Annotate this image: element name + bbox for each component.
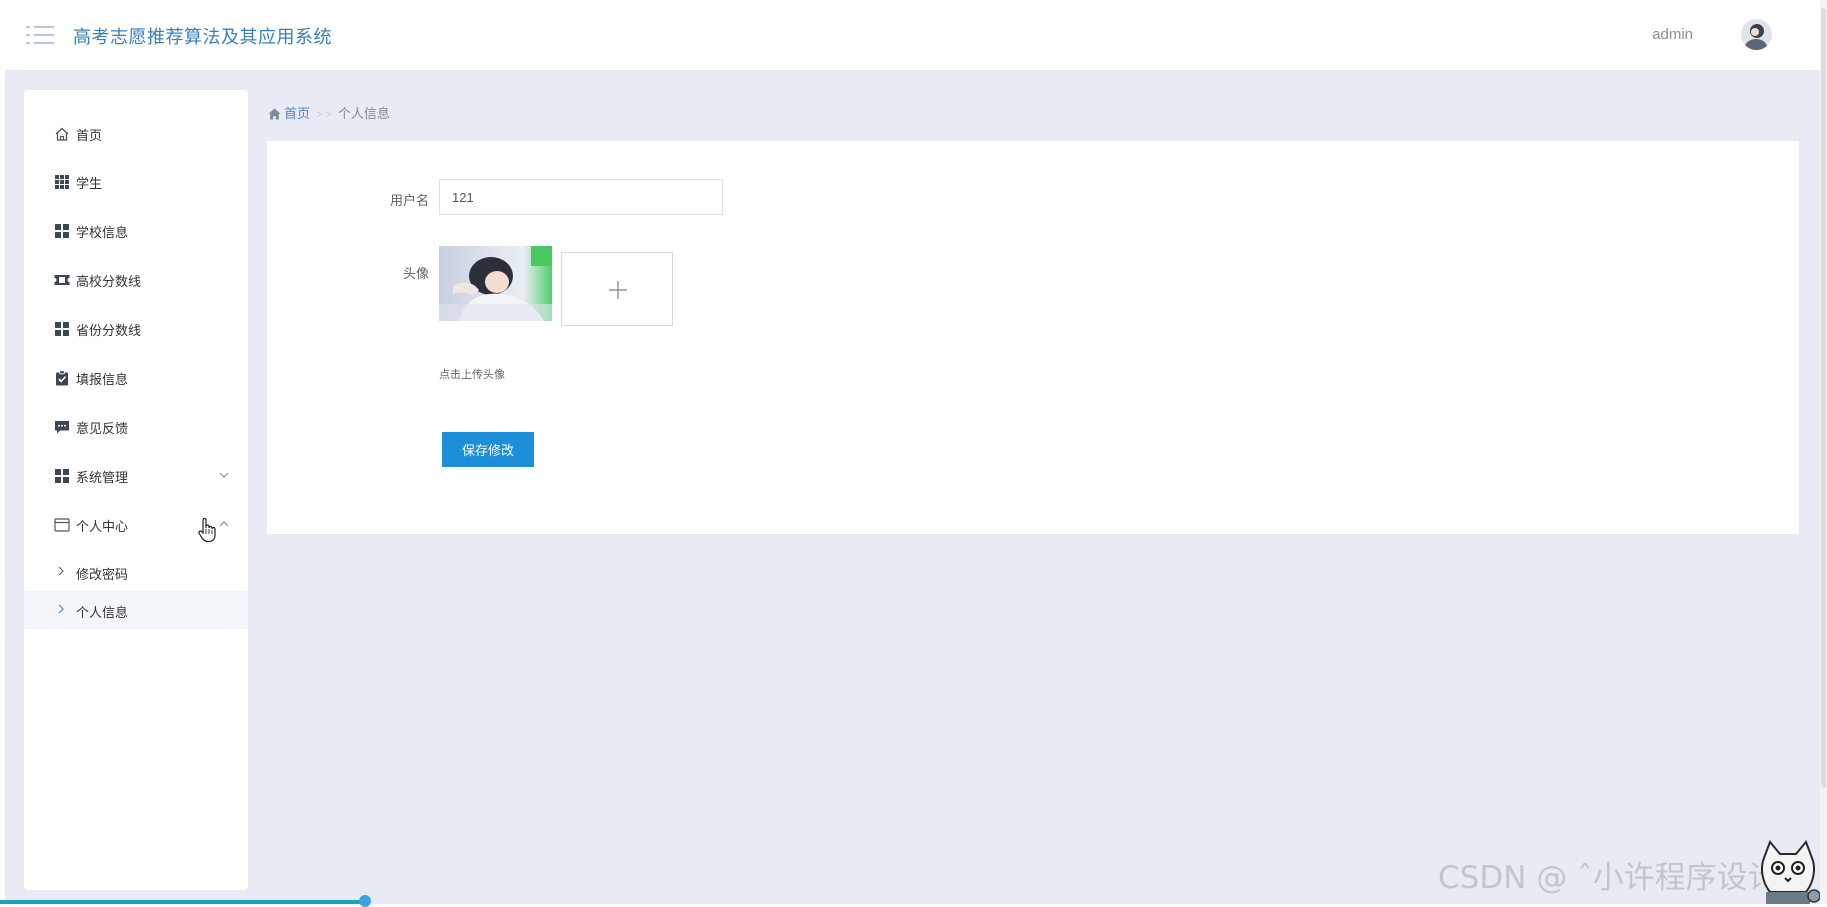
save-button[interactable]: 保存修改 <box>442 432 534 467</box>
app-title: 高考志愿推荐算法及其应用系统 <box>73 27 332 47</box>
sidebar-subitem-personal-info[interactable]: 个人信息 <box>24 591 248 629</box>
sidebar-subitem-label: 修改密码 <box>76 567 129 582</box>
chevron-down-icon <box>219 472 229 478</box>
apps-icon <box>55 224 69 238</box>
apps-icon <box>55 469 69 483</box>
sidebar-item-school-info[interactable]: 学校信息 <box>24 209 248 253</box>
progress-handle[interactable] <box>359 895 371 907</box>
username-label: 用户名 <box>389 193 429 208</box>
avatar-label: 头像 <box>402 266 429 281</box>
sidebar-item-label: 系统管理 <box>76 470 129 485</box>
chevron-right-icon <box>58 604 64 614</box>
sidebar-subitem-change-password[interactable]: 修改密码 <box>24 553 248 591</box>
ticket-icon <box>54 275 70 285</box>
hand-cursor-icon <box>198 517 216 543</box>
page-scrollbar[interactable] <box>1820 0 1827 904</box>
sidebar-item-application-info[interactable]: 填报信息 <box>24 356 248 400</box>
sidebar: 首页 学生 学校信息 高校分数线 省份分数线 填报信息 意见反馈 系统管理 个人… <box>24 90 248 890</box>
avatar-upload-button[interactable] <box>561 252 673 326</box>
sidebar-item-label: 填报信息 <box>76 372 129 387</box>
window-icon <box>54 518 70 532</box>
breadcrumb-current: 个人信息 <box>337 106 390 121</box>
sidebar-item-home[interactable]: 首页 <box>24 112 248 156</box>
avatar-image[interactable] <box>439 246 552 321</box>
sidebar-item-label: 高校分数线 <box>76 274 142 289</box>
sidebar-item-feedback[interactable]: 意见反馈 <box>24 405 248 449</box>
scrollbar-thumb[interactable] <box>1821 8 1826 788</box>
sidebar-item-students[interactable]: 学生 <box>24 160 248 204</box>
sidebar-item-system-management[interactable]: 系统管理 <box>24 454 248 498</box>
breadcrumb: 首页 > > 个人信息 <box>268 103 390 121</box>
breadcrumb-home-link[interactable]: 首页 <box>284 106 310 121</box>
username-input[interactable] <box>439 179 723 215</box>
menu-toggle-icon[interactable] <box>26 24 54 46</box>
clipboard-check-icon <box>56 370 68 386</box>
message-icon <box>55 421 69 434</box>
top-header: 高考志愿推荐算法及其应用系统 admin <box>0 0 1820 70</box>
sidebar-item-province-scores[interactable]: 省份分数线 <box>24 307 248 351</box>
user-avatar[interactable] <box>1741 19 1772 50</box>
sidebar-item-label: 学生 <box>76 176 103 191</box>
plus-icon <box>609 281 627 299</box>
sidebar-item-label: 意见反馈 <box>76 421 129 436</box>
home-icon <box>268 108 281 120</box>
grid-icon <box>55 175 69 189</box>
chevron-up-icon <box>219 521 229 527</box>
bottom-progress-bar <box>0 900 360 904</box>
sidebar-subitem-label: 个人信息 <box>76 605 129 620</box>
upload-hint: 点击上传头像 <box>439 369 505 381</box>
home-icon <box>55 127 69 141</box>
sidebar-item-label: 学校信息 <box>76 225 129 240</box>
sidebar-item-label: 省份分数线 <box>76 323 142 338</box>
sidebar-item-label: 个人中心 <box>76 519 129 534</box>
cat-mascot-icon <box>1761 840 1820 904</box>
apps-icon <box>55 322 69 336</box>
left-edge <box>0 70 5 904</box>
csdn-watermark: CSDN @ ˆ小许程序设计 <box>1438 860 1779 896</box>
sidebar-item-label: 首页 <box>76 128 103 143</box>
sidebar-item-college-scores[interactable]: 高校分数线 <box>24 258 248 302</box>
breadcrumb-separator: > > <box>316 109 332 121</box>
chevron-right-icon <box>58 566 64 576</box>
username-label[interactable]: admin <box>1652 26 1693 43</box>
